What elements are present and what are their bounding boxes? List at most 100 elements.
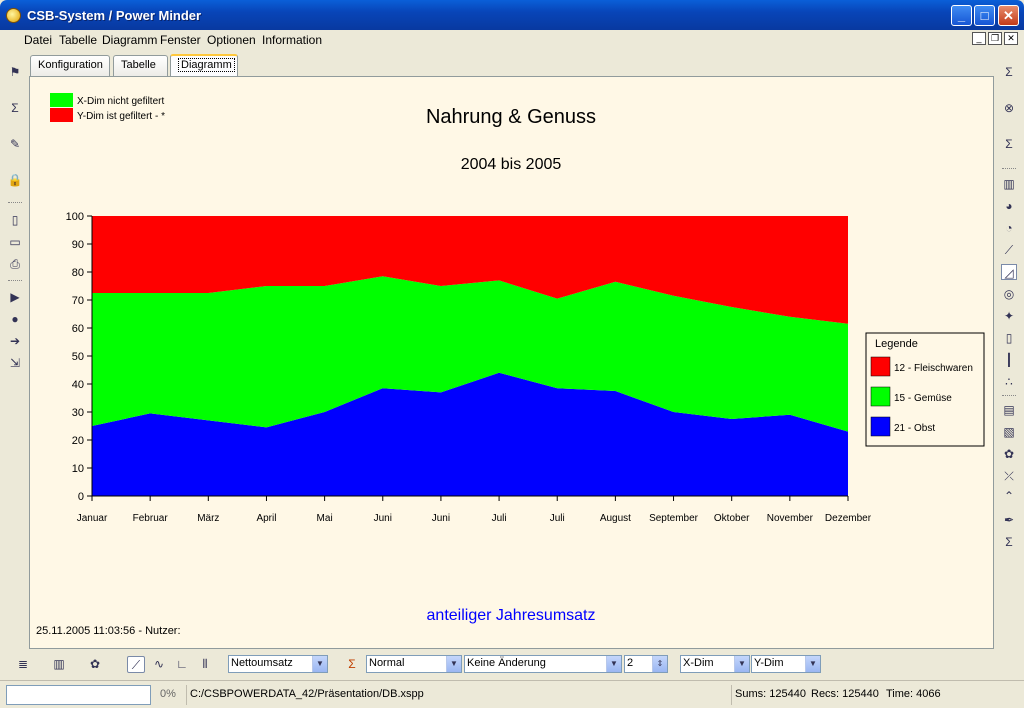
menu-information[interactable]: Information bbox=[262, 33, 322, 47]
list-icon[interactable]: ≣ bbox=[14, 656, 32, 673]
chart-settings-icon[interactable]: ▤ bbox=[1001, 402, 1017, 418]
y-tick-label: 50 bbox=[72, 351, 84, 363]
x-tick-label: Oktober bbox=[714, 513, 750, 524]
sum-icon[interactable]: Σ bbox=[7, 100, 23, 116]
chevron-down-icon: ▼ bbox=[734, 656, 749, 672]
minimize-button[interactable]: _ bbox=[951, 5, 972, 26]
xdim-select[interactable]: X-Dim ▼ bbox=[680, 655, 750, 673]
swap-axes-icon[interactable]: ⤫ bbox=[1001, 468, 1017, 484]
y-tick-label: 40 bbox=[72, 379, 84, 391]
line-chart-icon[interactable]: ⟋ bbox=[1001, 242, 1017, 258]
sum-filter-icon[interactable]: Σ bbox=[1001, 64, 1017, 80]
tab-diagramm[interactable]: Diagramm bbox=[170, 54, 238, 78]
toolbar-separator bbox=[8, 280, 22, 283]
chart-subtitle: 2004 bis 2005 bbox=[461, 156, 562, 173]
sums-label: Sums: 125440 bbox=[731, 685, 806, 705]
status-bar: 0% C:/CSBPOWERDATA_42/Präsentation/DB.xs… bbox=[0, 680, 1024, 708]
mdi-close-button[interactable]: ✕ bbox=[1004, 32, 1018, 45]
sum-table-icon[interactable]: Σ bbox=[1001, 136, 1017, 152]
tab-tabelle[interactable]: Tabelle bbox=[113, 55, 168, 77]
toolbar-separator bbox=[8, 202, 22, 205]
mode-select[interactable]: Normal ▼ bbox=[366, 655, 462, 673]
y-tick-label: 60 bbox=[72, 323, 84, 335]
bar-chart-icon[interactable]: ▥ bbox=[1001, 176, 1017, 192]
file-path: C:/CSBPOWERDATA_42/Präsentation/DB.xspp bbox=[186, 685, 726, 705]
legend-swatch bbox=[870, 416, 891, 437]
chart-footer-title: anteiliger Jahresumsatz bbox=[427, 607, 596, 624]
pie-chart-icon[interactable]: ◕ bbox=[1001, 198, 1017, 214]
x-tick-label: November bbox=[767, 513, 814, 524]
area-mode-icon[interactable]: ⟋ bbox=[127, 656, 145, 673]
mdi-minimize-button[interactable]: _ bbox=[972, 32, 986, 45]
tab-konfiguration[interactable]: Konfiguration bbox=[30, 55, 110, 77]
forward-icon[interactable]: ➔ bbox=[7, 333, 23, 349]
axis-icon[interactable]: ∟ bbox=[173, 656, 191, 673]
multi-line-icon[interactable]: ∿ bbox=[150, 656, 168, 673]
lock-icon[interactable]: 🔒 bbox=[7, 172, 23, 188]
decimals-spinner[interactable]: 2 ⇕ bbox=[624, 655, 668, 673]
menu-datei[interactable]: Datei bbox=[24, 33, 52, 47]
y-tick-label: 20 bbox=[72, 435, 84, 447]
decimals-value: 2 bbox=[627, 657, 634, 669]
donut-chart-icon[interactable]: ◎ bbox=[1001, 286, 1017, 302]
y-tick-label: 90 bbox=[72, 239, 84, 251]
mdi-restore-button[interactable]: ❐ bbox=[988, 32, 1002, 45]
x-tick-label: Januar bbox=[77, 513, 108, 524]
y-tick-label: 0 bbox=[78, 491, 84, 503]
maximize-button[interactable]: □ bbox=[974, 5, 995, 26]
y-tick-label: 100 bbox=[66, 211, 84, 223]
tab-diagramm-label: Diagramm bbox=[178, 58, 235, 72]
chart-panel: X-Dim nicht gefiltert Y-Dim ist gefiltert… bbox=[29, 76, 994, 649]
ydim-select[interactable]: Y-Dim ▼ bbox=[751, 655, 821, 673]
recs-label: Recs: 125440 bbox=[811, 688, 879, 700]
open-folder-icon[interactable]: ▭ bbox=[7, 234, 23, 250]
x-tick-label: Dezember bbox=[825, 513, 872, 524]
change-select[interactable]: Keine Änderung ▼ bbox=[464, 655, 622, 673]
sigma-icon[interactable]: Σ bbox=[1001, 534, 1017, 550]
palette-icon[interactable]: ✿ bbox=[86, 656, 104, 673]
menu-optionen[interactable]: Optionen bbox=[207, 33, 256, 47]
area-chart-icon[interactable]: ◿ bbox=[1001, 264, 1017, 280]
bar-chart-icon[interactable]: ▥ bbox=[50, 656, 68, 673]
column-chart-icon[interactable]: ▯ bbox=[1001, 330, 1017, 346]
expand-up-icon[interactable]: ⌃ bbox=[1001, 488, 1017, 504]
palette-icon[interactable]: ✿ bbox=[1001, 446, 1017, 462]
pen-icon[interactable]: ✒ bbox=[1001, 512, 1017, 528]
export-icon[interactable]: ⇲ bbox=[7, 355, 23, 371]
radar-chart-icon[interactable]: ✦ bbox=[1001, 308, 1017, 324]
pie-3d-icon[interactable]: ◔ bbox=[1001, 220, 1017, 236]
cancel-icon[interactable]: ⊗ bbox=[1001, 100, 1017, 116]
edit-document-icon[interactable]: ✎ bbox=[7, 136, 23, 152]
chart-title: Nahrung & Genuss bbox=[426, 106, 596, 128]
app-icon[interactable] bbox=[6, 8, 21, 23]
x-tick-label: März bbox=[197, 513, 219, 524]
legend-label: 12 - Fleischwaren bbox=[894, 363, 973, 374]
bottom-toolbar: ≣ ▥ ✿ ⟋ ∿ ∟ ⫴ Nettoumsatz ▼ Σ Normal ▼ Kei… bbox=[0, 652, 1024, 676]
print-icon[interactable]: ⎙ bbox=[7, 256, 23, 272]
record-icon[interactable]: ● bbox=[7, 311, 23, 327]
left-toolbar: ⚑ Σ ✎ 🔒 ▯ ▭ ⎙ ▶ ● ➔ ⇲ bbox=[4, 58, 26, 648]
filter-icon[interactable]: ⚑ bbox=[7, 64, 23, 80]
chevron-down-icon: ▼ bbox=[805, 656, 820, 672]
x-tick-label: Februar bbox=[133, 513, 169, 524]
menu-diagramm[interactable]: Diagramm bbox=[102, 33, 157, 47]
spinner-arrows-icon: ⇕ bbox=[652, 656, 667, 672]
x-tick-label: Juni bbox=[374, 513, 392, 524]
measure-select[interactable]: Nettoumsatz ▼ bbox=[228, 655, 328, 673]
close-button[interactable]: ✕ bbox=[998, 5, 1019, 26]
menu-bar: Datei Tabelle Diagramm Fenster Optionen … bbox=[0, 30, 1024, 50]
scatter-chart-icon[interactable]: ∴ bbox=[1001, 374, 1017, 390]
columns-icon[interactable]: ⫴ bbox=[196, 656, 214, 673]
new-file-icon[interactable]: ▯ bbox=[7, 212, 23, 228]
legend-swatch bbox=[870, 356, 891, 377]
chevron-down-icon: ▼ bbox=[446, 656, 461, 672]
sigma-icon[interactable]: Σ bbox=[343, 656, 361, 673]
stock-chart-icon[interactable]: ┃ bbox=[1001, 352, 1017, 368]
mode-value: Normal bbox=[369, 657, 405, 669]
menu-fenster[interactable]: Fenster bbox=[160, 33, 201, 47]
menu-tabelle[interactable]: Tabelle bbox=[59, 33, 97, 47]
legend-title: Legende bbox=[875, 338, 918, 350]
progress-bar bbox=[6, 685, 151, 705]
play-icon[interactable]: ▶ bbox=[7, 289, 23, 305]
chart-edit-icon[interactable]: ▧ bbox=[1001, 424, 1017, 440]
